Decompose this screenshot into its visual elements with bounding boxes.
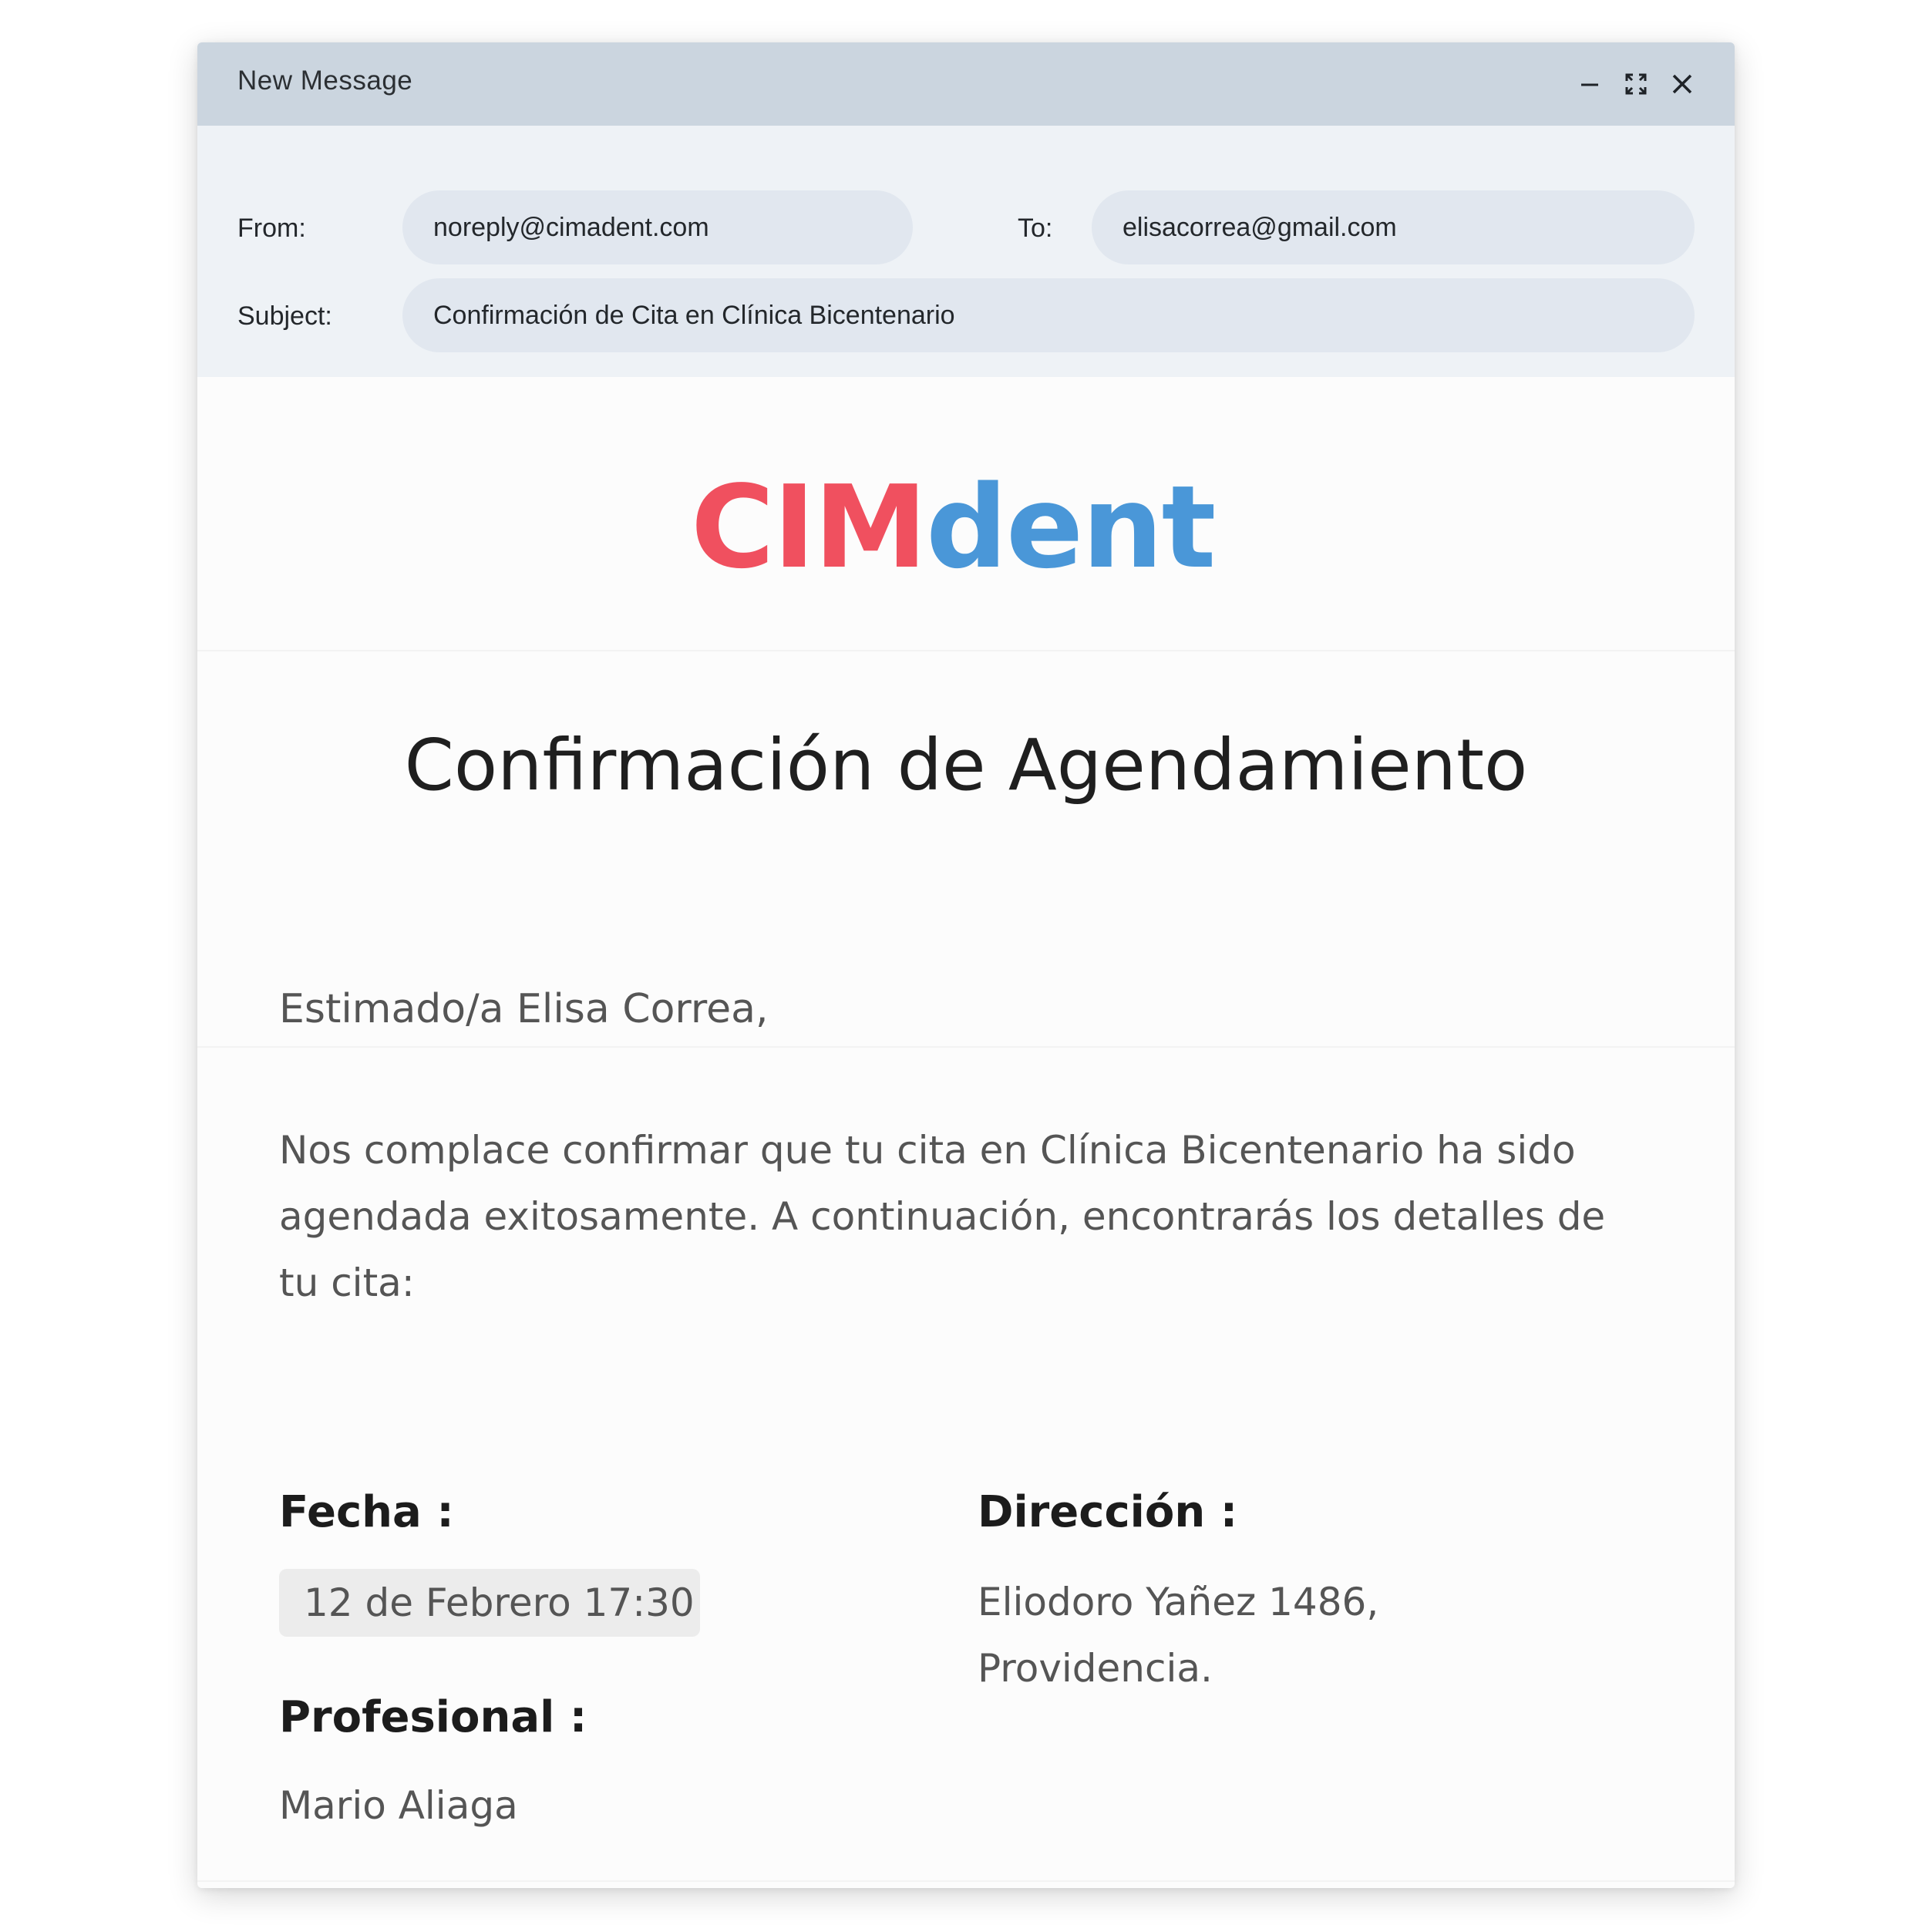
logo-blue-part: dent [925,461,1216,594]
logo-red-part: CIM [691,461,927,594]
fecha-value: 12 de Febrero 17:30 [279,1569,700,1637]
direccion-line-2: Providencia. [978,1646,1213,1691]
expand-icon[interactable] [1616,64,1656,104]
divider [197,650,1735,651]
subject-label: Subject: [237,301,332,331]
fecha-label: Fecha : [279,1487,454,1537]
subject-field[interactable]: Confirmación de Cita en Clínica Bicenten… [402,278,1695,352]
to-label: To: [1018,214,1053,243]
direccion-line-1: Eliodoro Yañez 1486, [978,1580,1379,1624]
divider [197,1880,1735,1882]
message-headers: From: noreply@cimadent.com To: elisacorr… [197,126,1735,377]
intro-paragraph: Nos complace confirmar que tu cita en Cl… [279,1128,1606,1305]
minimize-icon[interactable] [1570,64,1610,104]
from-field[interactable]: noreply@cimadent.com [402,190,913,264]
window-title: New Message [237,66,413,96]
close-icon[interactable] [1662,64,1702,104]
profesional-value: Mario Aliaga [279,1783,518,1828]
to-field[interactable]: elisacorrea@gmail.com [1092,190,1695,264]
direccion-label: Dirección : [978,1487,1238,1537]
cimadent-logo: CIMdent [691,462,1261,593]
compose-window: New Message From: noreply@cimadent.com T… [197,42,1735,1888]
email-heading: Confirmación de Agendamiento [404,724,1528,806]
divider [197,1046,1735,1048]
profesional-label: Profesional : [279,1692,587,1742]
from-label: From: [237,214,306,243]
window-titlebar: New Message [197,42,1735,126]
greeting-text: Estimado/a Elisa Correa, [279,986,769,1032]
email-body[interactable]: CIMdent Confirmación de Agendamiento Est… [197,377,1735,1888]
